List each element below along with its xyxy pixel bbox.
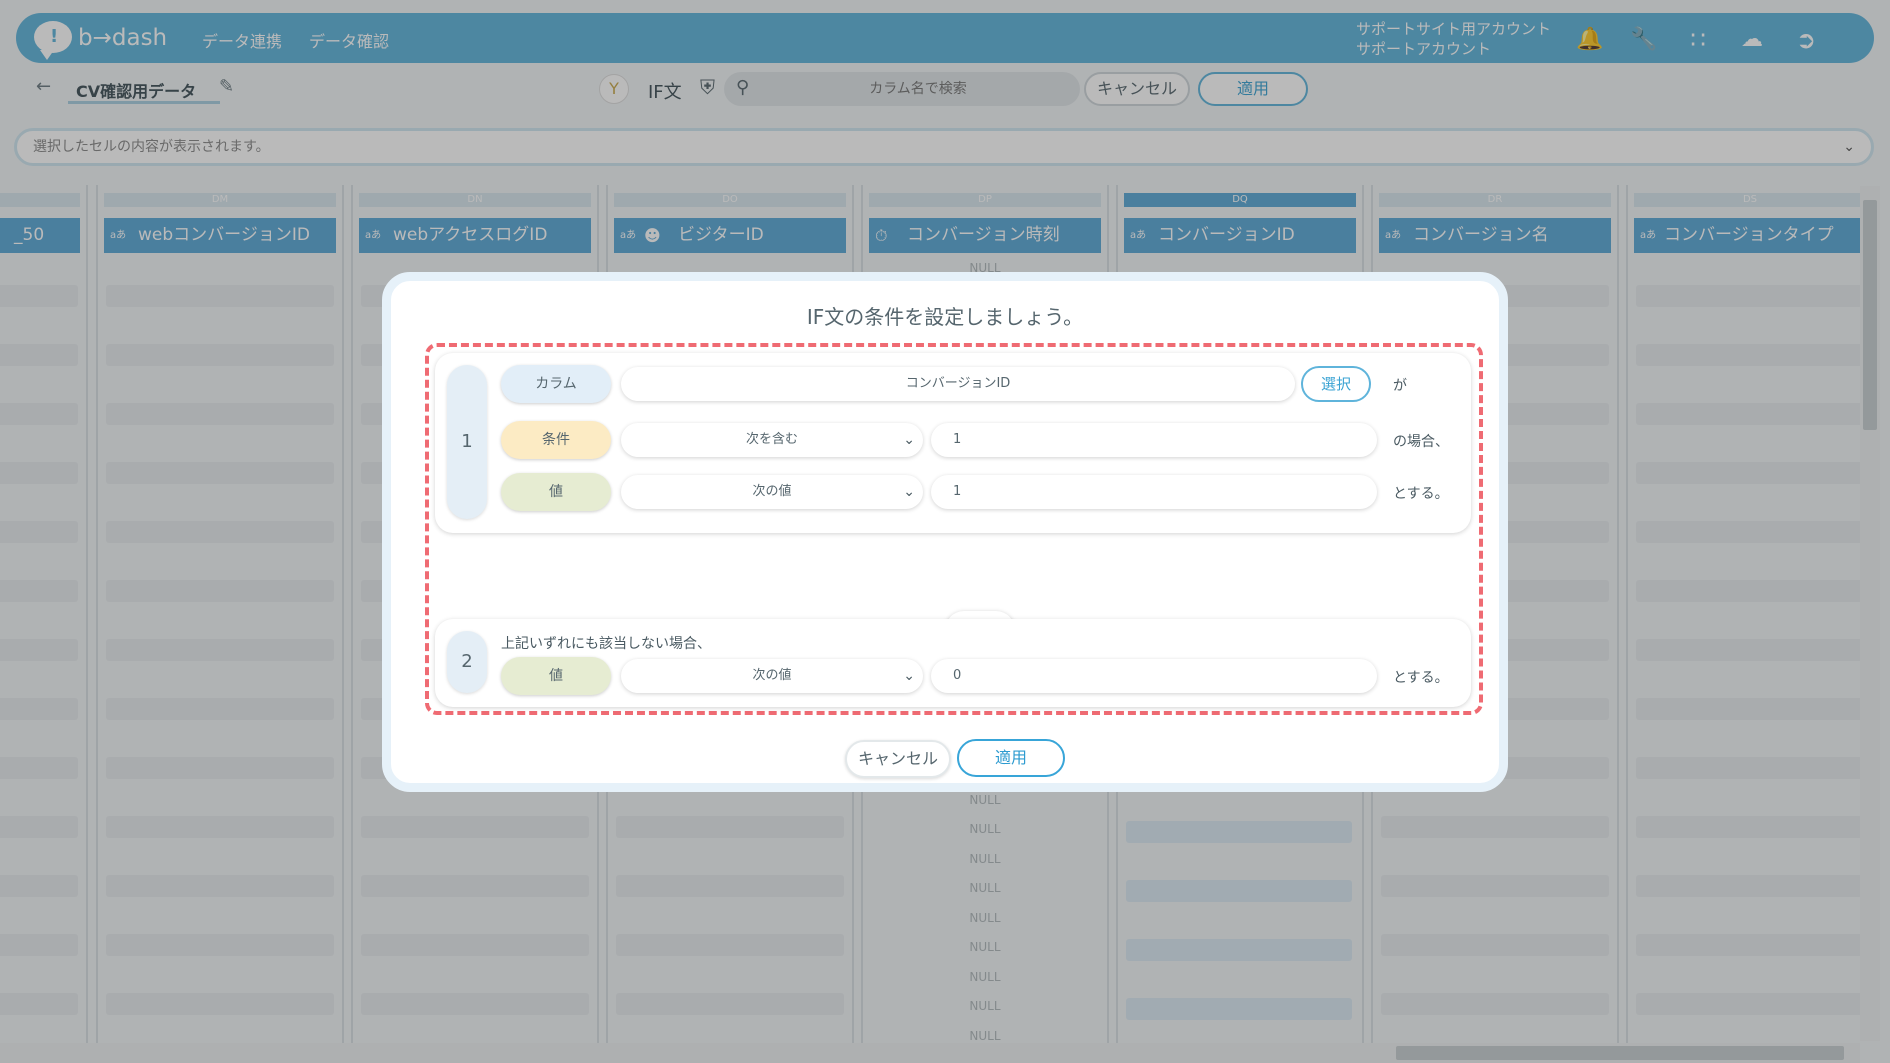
chevron-down-icon: ⌄ <box>903 668 915 684</box>
else-value-input[interactable]: 0 <box>931 659 1377 693</box>
condition-operator-value: 次を含む <box>745 432 798 447</box>
condition-input[interactable]: 1 <box>931 423 1377 457</box>
value-input[interactable]: 1 <box>931 475 1377 509</box>
dialog-cancel-button[interactable]: キャンセル <box>845 740 951 778</box>
column-label-pill: カラム <box>501 365 611 403</box>
value-label-pill: 値 <box>501 473 611 511</box>
rule-card-2: 2 上記いずれにも該当しない場合、 値 次の値 ⌄ 0 とする。 <box>435 619 1471 707</box>
condition-label-pill: 条件 <box>501 421 611 459</box>
else-text: 上記いずれにも該当しない場合、 <box>501 636 711 652</box>
dialog-title: IF文の条件を設定しましょう。 <box>806 305 1084 329</box>
rule-card-1: 1 カラム コンバージョンID 選択 が 条件 次を含む ⌄ 1 の場合、 値 次… <box>435 353 1471 533</box>
if-condition-dialog: IF文の条件を設定しましょう。 1 カラム コンバージョンID 選択 が 条件 … <box>382 272 1508 792</box>
else-value-type-dropdown[interactable]: 次の値 ⌄ <box>621 659 923 693</box>
suffix-toss: とする。 <box>1393 670 1449 686</box>
column-value-field[interactable]: コンバージョンID <box>621 367 1295 401</box>
condition-operator-dropdown[interactable]: 次を含む ⌄ <box>621 423 923 457</box>
suffix-toss: とする。 <box>1393 486 1449 502</box>
highlight-frame: 1 カラム コンバージョンID 選択 が 条件 次を含む ⌄ 1 の場合、 値 次… <box>425 343 1483 715</box>
value-type-value: 次の値 <box>752 484 792 499</box>
chevron-down-icon: ⌄ <box>903 484 915 500</box>
value-type-dropdown[interactable]: 次の値 ⌄ <box>621 475 923 509</box>
dialog-apply-button[interactable]: 適用 <box>957 739 1065 777</box>
suffix-ga: が <box>1393 378 1407 394</box>
suffix-case: の場合、 <box>1393 434 1449 450</box>
rule-number: 2 <box>447 631 487 693</box>
column-select-button[interactable]: 選択 <box>1301 366 1371 402</box>
value-type-value: 次の値 <box>752 668 792 683</box>
chevron-down-icon: ⌄ <box>903 432 915 448</box>
value-label-pill: 値 <box>501 657 611 695</box>
rule-number: 1 <box>447 365 487 519</box>
